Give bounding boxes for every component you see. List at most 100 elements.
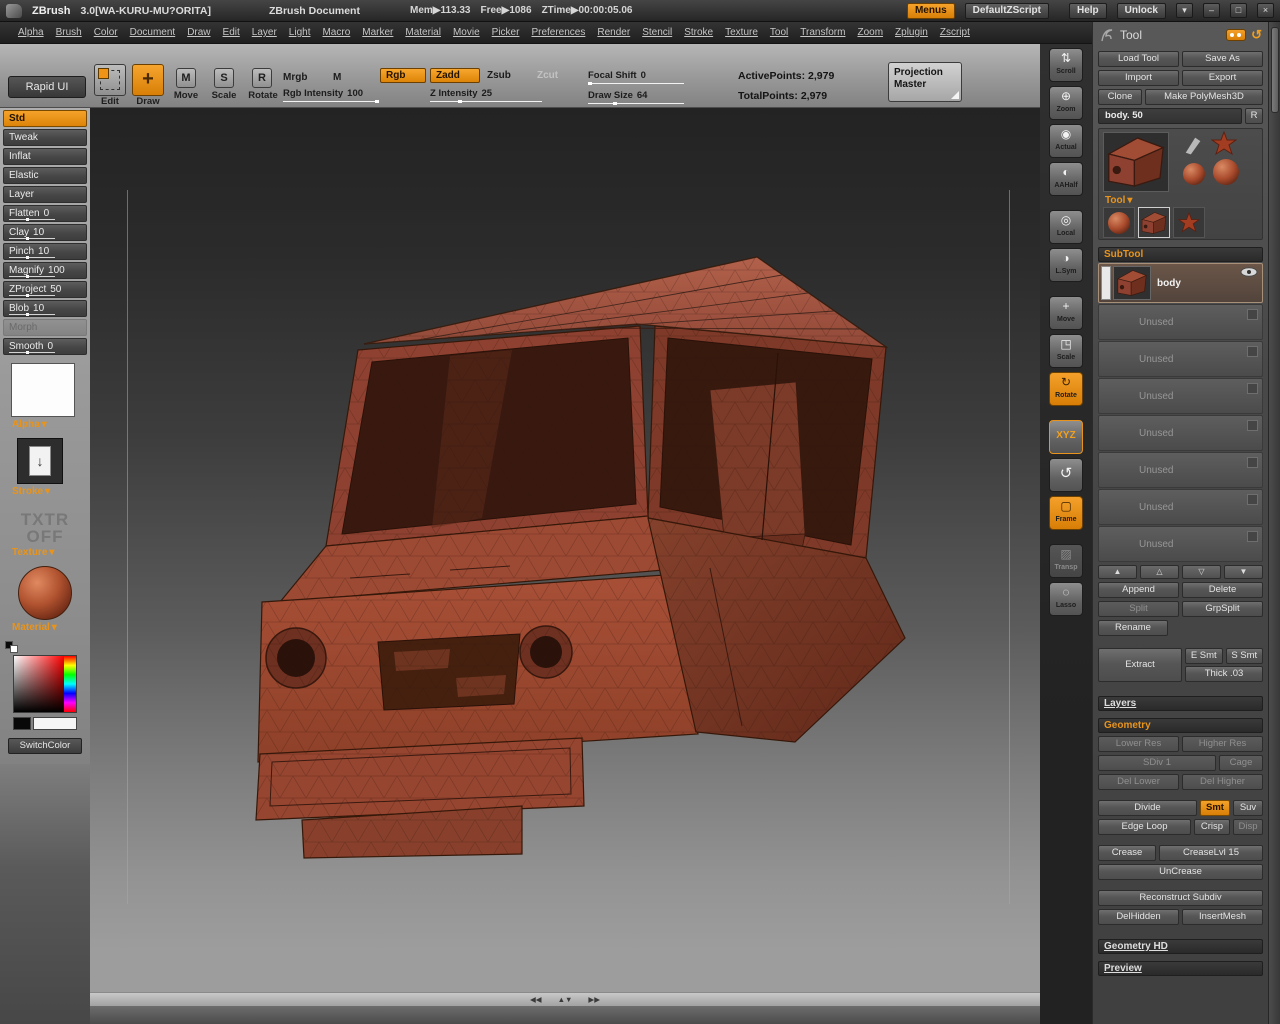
esmt-toggle[interactable]: E Smt xyxy=(1185,648,1223,664)
insert-mesh-button[interactable]: InsertMesh xyxy=(1182,909,1263,925)
ssmt-toggle[interactable]: S Smt xyxy=(1226,648,1264,664)
grpsplit-button[interactable]: GrpSplit xyxy=(1182,601,1263,617)
uncrease-button[interactable]: UnCrease xyxy=(1098,864,1263,880)
tool-dropdown[interactable]: Tool xyxy=(1101,195,1132,206)
brush-layer[interactable]: Layer xyxy=(3,186,87,203)
panel-scrollbar[interactable] xyxy=(1268,22,1280,1024)
subtool-checkbox[interactable] xyxy=(1247,457,1258,468)
brush-std[interactable]: Std xyxy=(3,110,87,127)
subtool-checkbox[interactable] xyxy=(1247,383,1258,394)
subtool-item-unused-2[interactable]: Unused xyxy=(1098,341,1263,377)
subtool-item-unused-6[interactable]: Unused xyxy=(1098,489,1263,525)
star-tool-icon[interactable] xyxy=(1211,131,1237,157)
lower-res-button[interactable]: Lower Res xyxy=(1098,736,1179,752)
recent-tool-truck[interactable] xyxy=(1138,207,1170,238)
color-swap-icon[interactable] xyxy=(5,641,19,653)
sphere-tool-icon[interactable] xyxy=(1183,163,1205,185)
append-button[interactable]: Append xyxy=(1098,582,1179,598)
load-tool-button[interactable]: Load Tool xyxy=(1098,51,1179,67)
del-higher-button[interactable]: Del Higher xyxy=(1182,774,1263,790)
palette-icon[interactable] xyxy=(1226,29,1246,41)
zoom-button[interactable]: ⊕Zoom xyxy=(1049,86,1083,120)
rotate-mode-button[interactable]: ↻Rotate xyxy=(1049,372,1083,406)
rapid-ui-button[interactable]: Rapid UI xyxy=(8,76,86,98)
primary-color-swatch[interactable] xyxy=(33,717,77,730)
color-picker[interactable] xyxy=(13,655,77,713)
brush-clay[interactable]: Clay10 xyxy=(3,224,87,241)
help-button[interactable]: Help xyxy=(1069,3,1107,19)
menus-button[interactable]: Menus xyxy=(907,3,955,19)
recent-tool-star[interactable] xyxy=(1173,207,1205,238)
secondary-color-swatch[interactable] xyxy=(13,717,31,730)
rgb-toggle[interactable]: Rgb xyxy=(380,68,426,83)
brush-morph[interactable]: Morph xyxy=(3,319,87,336)
local-button[interactable]: ◎Local xyxy=(1049,210,1083,244)
visibility-eye-icon[interactable] xyxy=(1240,267,1258,277)
default-zscript-button[interactable]: DefaultZScript xyxy=(965,3,1049,19)
geometry-section-header[interactable]: Geometry xyxy=(1098,718,1263,733)
panel-scrollbar-thumb[interactable] xyxy=(1271,27,1279,113)
brush-pinch[interactable]: Pinch10 xyxy=(3,243,87,260)
menu-item-zplugin[interactable]: Zplugin xyxy=(895,27,928,38)
brush-tweak[interactable]: Tweak xyxy=(3,129,87,146)
make-polymesh-button[interactable]: Make PolyMesh3D xyxy=(1145,89,1263,105)
subtool-move-top-button[interactable]: ▲ xyxy=(1098,565,1137,579)
brush-inflat[interactable]: Inflat xyxy=(3,148,87,165)
draw-button[interactable]: + xyxy=(132,64,164,96)
smt-toggle[interactable]: Smt xyxy=(1200,800,1230,816)
draw-size-slider[interactable]: Draw Size64 xyxy=(588,90,684,104)
rotate-button[interactable]: R xyxy=(252,68,272,88)
scale-mode-button[interactable]: ◳Scale xyxy=(1049,334,1083,368)
scroll-updown-icon[interactable]: ▲▼ xyxy=(558,995,573,1004)
menu-item-picker[interactable]: Picker xyxy=(492,27,520,38)
window-maximize-icon[interactable]: □ xyxy=(1230,3,1247,18)
tool-panel-header[interactable]: Tool ↺ xyxy=(1093,22,1268,48)
subtool-checkbox[interactable] xyxy=(1247,531,1258,542)
menu-item-alpha[interactable]: Alpha xyxy=(18,27,44,38)
subtool-move-down-button[interactable]: ▽ xyxy=(1182,565,1221,579)
saturation-value-square[interactable] xyxy=(14,656,64,712)
subtool-item-unused-4[interactable]: Unused xyxy=(1098,415,1263,451)
menu-item-draw[interactable]: Draw xyxy=(187,27,210,38)
zcut-toggle[interactable]: Zcut xyxy=(537,70,558,81)
clone-button[interactable]: Clone xyxy=(1098,89,1142,105)
rename-button[interactable]: Rename xyxy=(1098,620,1168,636)
split-button[interactable]: Split xyxy=(1098,601,1179,617)
del-hidden-button[interactable]: DelHidden xyxy=(1098,909,1179,925)
crisp-toggle[interactable]: Crisp xyxy=(1194,819,1230,835)
r-button[interactable]: R xyxy=(1245,108,1263,124)
subtool-item-unused-5[interactable]: Unused xyxy=(1098,452,1263,488)
unlock-button[interactable]: Unlock xyxy=(1117,3,1166,19)
menu-item-transform[interactable]: Transform xyxy=(800,27,845,38)
brush-tool-icon[interactable] xyxy=(1181,133,1203,155)
menu-item-zoom[interactable]: Zoom xyxy=(857,27,883,38)
document-canvas[interactable]: ◀◀ ▲▼ ▶▶ xyxy=(90,108,1040,1024)
edge-loop-button[interactable]: Edge Loop xyxy=(1098,819,1191,835)
move-button[interactable]: M xyxy=(176,68,196,88)
aahalf-button[interactable]: ◐AAHalf xyxy=(1049,162,1083,196)
sdiv-slider[interactable]: SDiv 1 xyxy=(1098,755,1216,771)
tool-item-slider[interactable]: body. 50 xyxy=(1098,108,1242,124)
scroll-button[interactable]: ⇅Scroll xyxy=(1049,48,1083,82)
focal-shift-slider[interactable]: Focal Shift0 xyxy=(588,70,684,84)
menu-item-brush[interactable]: Brush xyxy=(56,27,82,38)
texture-dropdown[interactable]: Texture xyxy=(0,547,90,558)
alpha-thumbnail[interactable] xyxy=(11,363,75,417)
spin-button[interactable]: ↺ xyxy=(1049,458,1083,492)
export-button[interactable]: Export xyxy=(1182,70,1263,86)
material-dropdown[interactable]: Material xyxy=(0,622,90,633)
menu-item-texture[interactable]: Texture xyxy=(725,27,758,38)
scroll-left-icon[interactable]: ◀◀ xyxy=(530,995,542,1004)
delete-button[interactable]: Delete xyxy=(1182,582,1263,598)
move-mode-button[interactable]: +Move xyxy=(1049,296,1083,330)
crease-lvl-slider[interactable]: CreaseLvl 15 xyxy=(1159,845,1263,861)
menu-item-light[interactable]: Light xyxy=(289,27,311,38)
lsym-button[interactable]: ◑L.Sym xyxy=(1049,248,1083,282)
higher-res-button[interactable]: Higher Res xyxy=(1182,736,1263,752)
z-intensity-slider[interactable]: Z Intensity25 xyxy=(430,88,542,102)
layers-section-header[interactable]: Layers xyxy=(1098,696,1263,711)
brush-blob[interactable]: Blob10 xyxy=(3,300,87,317)
brush-flatten[interactable]: Flatten0 xyxy=(3,205,87,222)
menu-item-movie[interactable]: Movie xyxy=(453,27,480,38)
geometry-hd-section-header[interactable]: Geometry HD xyxy=(1098,939,1263,954)
